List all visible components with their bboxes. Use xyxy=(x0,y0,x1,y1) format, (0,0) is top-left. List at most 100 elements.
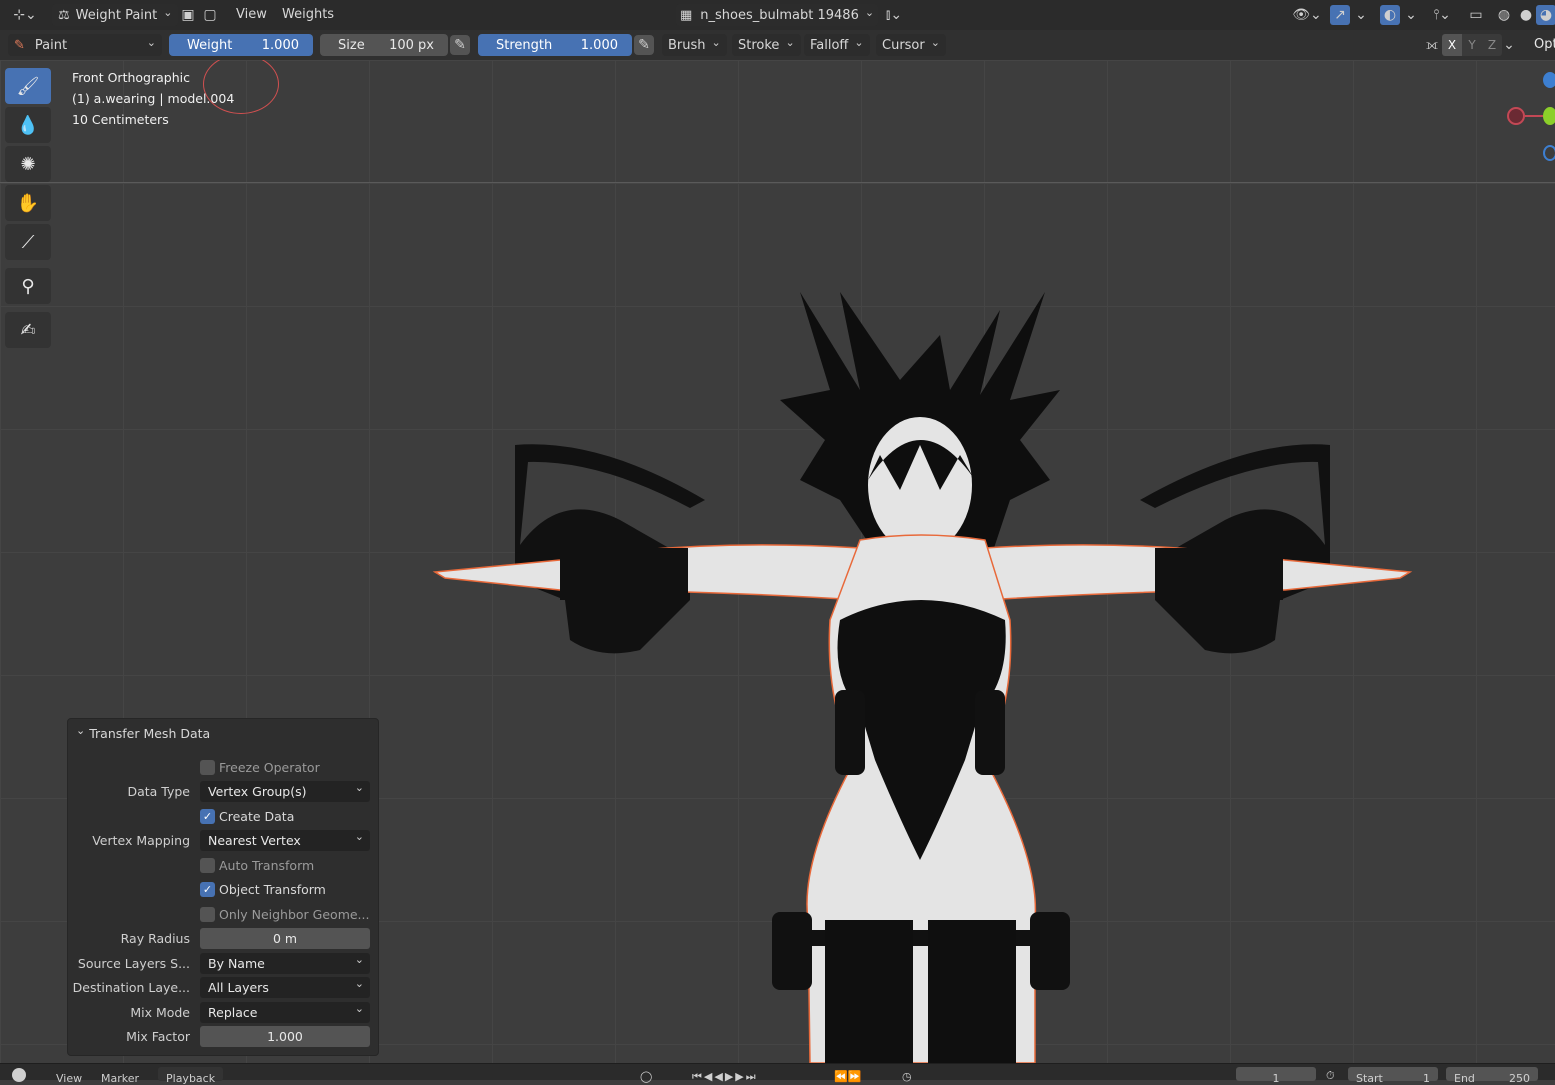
mix-mode-select[interactable]: Replace xyxy=(200,1001,370,1023)
select-mode-b-icon[interactable]: ▢ xyxy=(200,5,220,25)
draw-tool[interactable]: 🖌 xyxy=(5,68,51,104)
overlay-icon[interactable]: ◐ xyxy=(1380,5,1400,25)
symmetry-icon[interactable]: ⫾⌄ xyxy=(878,5,910,25)
playback-controls-icon[interactable]: ⏮◀◀▶▶⏭ xyxy=(692,1070,758,1084)
object-info-label: (1) a.wearing | model.004 xyxy=(72,91,235,106)
left-thigh-pouch xyxy=(772,912,812,990)
left-stocking xyxy=(825,920,913,1063)
mirror-z-toggle[interactable]: Z xyxy=(1482,34,1502,56)
toolbox: 🖌 💧 ✺ ✋ ⟋ ⚲ ✍ xyxy=(5,68,53,351)
xray-icon[interactable]: ▭ xyxy=(1466,5,1486,25)
weight-field[interactable]: Weight 1.000 xyxy=(169,34,313,56)
annotate-tool[interactable]: ✍ xyxy=(5,312,51,348)
blur-tool[interactable]: 💧 xyxy=(5,107,51,143)
average-tool[interactable]: ✺ xyxy=(5,146,51,182)
head-mesh xyxy=(868,417,972,553)
solid-shading-icon[interactable]: ● xyxy=(1516,5,1536,25)
brush-icon: ✎ xyxy=(14,37,25,53)
keyframe-jump-icon[interactable]: ⏪⏩ xyxy=(834,1070,861,1083)
timeline-marker-menu[interactable]: Marker xyxy=(101,1072,139,1085)
data-type-label: Data Type xyxy=(127,783,190,799)
auto-transform-checkbox[interactable] xyxy=(200,857,215,873)
current-frame-field[interactable]: 1 xyxy=(1236,1067,1316,1085)
strength-pressure-icon[interactable]: ✎ xyxy=(634,35,654,55)
size-pressure-icon[interactable]: ✎ xyxy=(450,35,470,55)
source-layers-select[interactable]: By Name xyxy=(200,952,370,974)
brush-selector[interactable]: ✎ Paint xyxy=(8,34,162,56)
brush-menu[interactable]: Brush xyxy=(662,34,727,56)
overlay-dropdown-icon[interactable]: ⌄ xyxy=(1404,5,1418,25)
cursor-menu[interactable]: Cursor xyxy=(876,34,946,56)
auto-transform-label: Auto Transform xyxy=(219,857,315,873)
wireframe-shading-icon[interactable]: ◍ xyxy=(1494,5,1514,25)
mirror-icon[interactable]: ⟗ xyxy=(1422,35,1442,55)
gizmo-dropdown-icon[interactable]: ⌄ xyxy=(1354,5,1368,25)
editor-header: ⊹⌄ ⚖ Weight Paint ▣ ▢ View Weights ▦ n_s… xyxy=(0,0,1555,30)
create-data-checkbox[interactable]: ✓ xyxy=(200,808,215,824)
vertex-group-icon: ▦ xyxy=(680,7,693,23)
right-stocking xyxy=(928,920,1016,1063)
destination-layers-select[interactable]: All Layers xyxy=(200,976,370,998)
timeline-clock-icon[interactable]: ◷ xyxy=(902,1070,912,1083)
preview-range-icon[interactable]: ⏱ xyxy=(1326,1069,1335,1083)
draw-brush-icon: 🖌 xyxy=(16,75,40,97)
left-glove-mesh xyxy=(560,548,688,600)
freeze-operator-checkbox[interactable] xyxy=(200,759,215,775)
freeze-operator-label: Freeze Operator xyxy=(219,759,320,775)
panel-header[interactable]: ⌄ Transfer Mesh Data xyxy=(76,724,210,741)
vertex-mapping-select[interactable]: Nearest Vertex xyxy=(200,829,370,851)
eyedropper-icon: ⚲ xyxy=(21,275,35,297)
create-data-label: Create Data xyxy=(219,808,295,824)
vertex-group-selector[interactable]: ▦ n_shoes_bulmabt 19486 xyxy=(676,4,879,26)
select-mode-a-icon[interactable]: ▣ xyxy=(178,5,198,25)
mix-mode-label: Mix Mode xyxy=(130,1004,190,1020)
options-menu[interactable]: Opt xyxy=(1534,37,1555,52)
mix-factor-label: Mix Factor xyxy=(126,1028,190,1044)
data-type-select[interactable]: Vertex Group(s) xyxy=(200,780,370,802)
timeline-autokey-icon[interactable]: ◯ xyxy=(640,1070,652,1083)
only-neighbor-checkbox[interactable] xyxy=(200,906,215,922)
scale-info-label: 10 Centimeters xyxy=(72,112,169,127)
gizmo-z-axis[interactable] xyxy=(1543,72,1555,88)
smear-tool[interactable]: ✋ xyxy=(5,185,51,221)
editor-type-icon[interactable]: ⊹⌄ xyxy=(10,5,40,25)
timeline-playback-menu[interactable]: Playback xyxy=(158,1067,224,1085)
left-hip-pouch xyxy=(835,690,865,775)
timeline-header: View Marker Playback ◯ ⏮◀◀▶▶⏭ ⏪⏩ ◷ 1 ⏱ S… xyxy=(0,1063,1555,1085)
sample-weight-tool[interactable]: ⚲ xyxy=(5,268,51,304)
mesh-overlay-icon[interactable]: ⫯⌄ xyxy=(1426,5,1458,25)
right-thigh-pouch xyxy=(1030,912,1070,990)
gizmo-y-axis[interactable] xyxy=(1543,107,1555,125)
end-frame-field[interactable]: End 250 xyxy=(1446,1067,1538,1085)
chevron-down-icon: ⌄ xyxy=(76,724,86,737)
gradient-tool[interactable]: ⟋ xyxy=(5,224,51,260)
ray-radius-field[interactable]: 0 m xyxy=(200,927,370,949)
source-layers-label: Source Layers S... xyxy=(77,955,190,971)
right-glove-mesh xyxy=(1155,548,1283,600)
weight-paint-icon: ⚖ xyxy=(58,7,70,23)
stroke-menu[interactable]: Stroke xyxy=(732,34,801,56)
menu-weights[interactable]: Weights xyxy=(282,7,334,22)
ray-radius-label: Ray Radius xyxy=(120,930,190,946)
visibility-icon[interactable]: 👁⌄ xyxy=(1290,5,1324,25)
mix-factor-field[interactable]: 1.000 xyxy=(200,1025,370,1047)
strength-field[interactable]: Strength 1.000 xyxy=(478,34,632,56)
mirror-dropdown-icon[interactable]: ⌄ xyxy=(1502,35,1516,55)
gizmo-x-axis[interactable] xyxy=(1507,107,1525,125)
gizmo-icon[interactable]: ↗ xyxy=(1330,5,1350,25)
menu-view[interactable]: View xyxy=(236,7,267,22)
size-field[interactable]: Size 100 px xyxy=(320,34,448,56)
vertex-mapping-label: Vertex Mapping xyxy=(92,832,190,848)
falloff-menu[interactable]: Falloff xyxy=(804,34,870,56)
material-shading-icon[interactable]: ◕ xyxy=(1536,5,1555,25)
gizmo-neg-z-axis[interactable] xyxy=(1543,145,1555,161)
mirror-x-toggle[interactable]: X xyxy=(1442,34,1462,56)
object-transform-label: Object Transform xyxy=(219,881,326,897)
timeline-view-menu[interactable]: View xyxy=(56,1072,82,1085)
mode-selector[interactable]: ⚖ Weight Paint xyxy=(52,4,179,26)
start-frame-field[interactable]: Start 1 xyxy=(1348,1067,1438,1085)
right-hip-pouch xyxy=(975,690,1005,775)
object-transform-checkbox[interactable]: ✓ xyxy=(200,881,215,897)
mirror-y-toggle[interactable]: Y xyxy=(1462,34,1482,56)
drop-icon: 💧 xyxy=(16,114,40,136)
